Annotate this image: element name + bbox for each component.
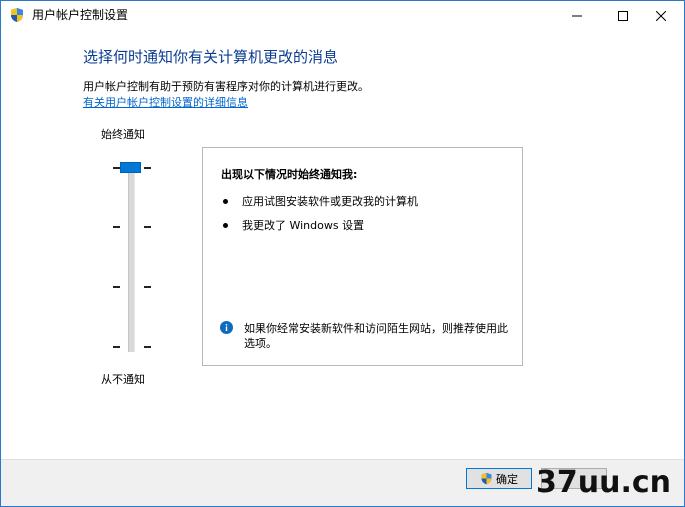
bullet-icon — [223, 198, 228, 204]
slider-tick-left — [113, 226, 120, 228]
slider-tick-left — [113, 286, 120, 288]
panel-bullet-item: 应用试图安装软件或更改我的计算机 — [223, 195, 418, 209]
bullet-icon — [223, 222, 228, 228]
slider-track[interactable] — [128, 162, 135, 352]
slider-top-label: 始终通知 — [101, 128, 145, 141]
slider-bottom-label: 从不通知 — [101, 373, 145, 386]
level-description-panel: 出现以下情况时始终通知我: 应用试图安装软件或更改我的计算机 我更改了 Wind… — [202, 147, 523, 366]
uac-shield-icon — [481, 472, 492, 485]
minimize-button[interactable] — [554, 1, 600, 31]
recommendation-note: 如果你经常安装新软件和访问陌生网站，则推荐使用此选项。 — [244, 322, 508, 350]
close-button[interactable] — [638, 1, 684, 31]
notification-level-slider-thumb[interactable] — [120, 162, 141, 173]
slider-tick-left — [113, 346, 120, 348]
uac-shield-icon — [11, 8, 23, 22]
slider-tick-right — [144, 167, 151, 169]
panel-title: 出现以下情况时始终通知我: — [221, 168, 358, 181]
panel-bullet-item: 我更改了 Windows 设置 — [223, 219, 364, 233]
site-watermark: 37uu.cn — [536, 465, 671, 500]
slider-tick-left — [113, 167, 120, 169]
panel-bullet-text: 我更改了 Windows 设置 — [242, 219, 365, 232]
maximize-icon — [618, 11, 628, 21]
slider-tick-right — [144, 346, 151, 348]
window-title: 用户帐户控制设置 — [32, 8, 129, 22]
close-icon — [656, 11, 666, 21]
panel-bullet-text: 应用试图安装软件或更改我的计算机 — [242, 195, 418, 208]
minimize-icon — [572, 15, 582, 17]
slider-tick-right — [144, 226, 151, 228]
info-icon — [220, 321, 233, 334]
page-heading: 选择何时通知你有关计算机更改的消息 — [83, 48, 339, 66]
uac-settings-window: 用户帐户控制设置 选择何时通知你有关计算机更改的消息 用户帐户控制有助于预防有害… — [0, 0, 685, 507]
details-link[interactable]: 有关用户帐户控制设置的详细信息 — [83, 96, 248, 110]
ok-button-label: 确定 — [496, 472, 518, 486]
title-bar[interactable]: 用户帐户控制设置 — [1, 1, 684, 31]
ok-button[interactable]: 确定 — [466, 468, 532, 489]
slider-tick-right — [144, 286, 151, 288]
page-description: 用户帐户控制有助于预防有害程序对你的计算机进行更改。 — [83, 80, 369, 93]
